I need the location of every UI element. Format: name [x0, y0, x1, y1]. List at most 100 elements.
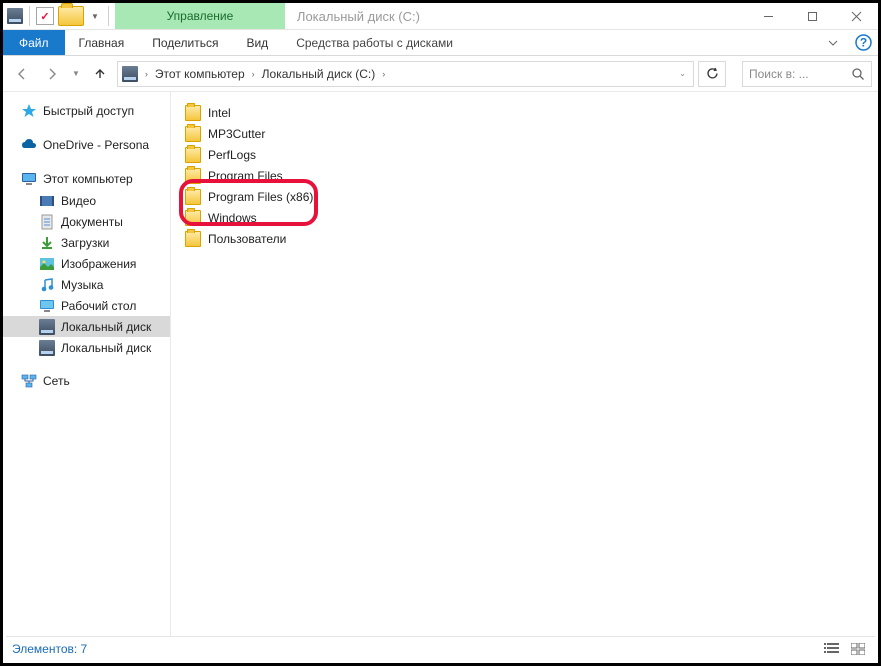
- folder-name: Program Files: [208, 169, 283, 183]
- window-controls: [746, 3, 878, 30]
- tree-label: Сеть: [43, 374, 70, 388]
- body: Быстрый доступ OneDrive - Persona Этот к…: [3, 92, 878, 638]
- tab-file[interactable]: Файл: [3, 30, 65, 55]
- disk-icon: [39, 319, 55, 335]
- desktop-icon: [39, 298, 55, 314]
- tree-child-item[interactable]: Изображения: [3, 253, 170, 274]
- quick-access-toolbar: ▼: [3, 3, 115, 29]
- new-folder-qat-button[interactable]: [58, 6, 84, 26]
- folder-name: Windows: [208, 211, 257, 225]
- folder-icon: [185, 126, 201, 142]
- drive-icon: [122, 66, 138, 82]
- tree-child-item[interactable]: Локальный диск: [3, 316, 170, 337]
- star-icon: [21, 103, 37, 119]
- forward-button[interactable]: [39, 61, 65, 87]
- refresh-button[interactable]: [698, 61, 726, 87]
- crumb-this-pc[interactable]: Этот компьютер: [151, 67, 249, 81]
- folder-icon: [185, 210, 201, 226]
- explorer-window: ▼ Управление Локальный диск (C:) Файл Гл…: [0, 0, 881, 666]
- tree-label: Документы: [61, 215, 123, 229]
- document-icon: [39, 214, 55, 230]
- tree-child-item[interactable]: Видео: [3, 190, 170, 211]
- folder-name: Пользователи: [208, 232, 286, 246]
- qat-separator: [29, 6, 30, 26]
- music-icon: [39, 277, 55, 293]
- download-icon: [39, 235, 55, 251]
- tree-child-item[interactable]: Загрузки: [3, 232, 170, 253]
- minimize-button[interactable]: [746, 3, 790, 30]
- folder-icon: [185, 147, 201, 163]
- tree-label: Рабочий стол: [61, 299, 136, 313]
- tab-home[interactable]: Главная: [65, 30, 139, 55]
- tree-child-item[interactable]: Документы: [3, 211, 170, 232]
- status-bar: Элементов: 7: [6, 636, 875, 660]
- contextual-tab-header: Управление: [115, 3, 285, 29]
- folder-icon: [185, 168, 201, 184]
- folder-item[interactable]: Пользователи: [175, 228, 874, 249]
- titlebar: ▼ Управление Локальный диск (C:): [3, 3, 878, 30]
- network-icon: [21, 373, 37, 389]
- up-button[interactable]: [87, 61, 113, 87]
- close-button[interactable]: [834, 3, 878, 30]
- tree-child-item[interactable]: Рабочий стол: [3, 295, 170, 316]
- help-button[interactable]: ?: [848, 30, 878, 55]
- tree-quick-access[interactable]: Быстрый доступ: [3, 100, 170, 122]
- qat-separator-2: [108, 6, 109, 26]
- tree-this-pc[interactable]: Этот компьютер: [3, 168, 170, 190]
- tree-label: Локальный диск: [61, 320, 151, 334]
- folder-content[interactable]: Intel MP3Cutter PerfLogs Program Files Progr…: [171, 92, 878, 638]
- tab-view[interactable]: Вид: [232, 30, 282, 55]
- back-button[interactable]: [9, 61, 35, 87]
- folder-name: Intel: [208, 106, 231, 120]
- navigation-tree: Быстрый доступ OneDrive - Persona Этот к…: [3, 92, 171, 638]
- monitor-icon: [21, 171, 37, 187]
- search-input[interactable]: Поиск в: ...: [742, 61, 872, 87]
- folder-icon: [185, 105, 201, 121]
- history-dropdown[interactable]: ▼: [69, 69, 83, 78]
- maximize-button[interactable]: [790, 3, 834, 30]
- folder-icon: [185, 189, 201, 205]
- tree-child-item[interactable]: Локальный диск: [3, 337, 170, 358]
- tab-share[interactable]: Поделиться: [138, 30, 232, 55]
- address-dropdown[interactable]: ⌄: [676, 69, 689, 78]
- disk-icon: [39, 340, 55, 356]
- tree-label: Изображения: [61, 257, 136, 271]
- folder-item[interactable]: Intel: [175, 102, 874, 123]
- qat-dropdown[interactable]: ▼: [88, 12, 102, 21]
- ribbon-expand-button[interactable]: [818, 30, 848, 55]
- folder-name: Program Files (x86): [208, 190, 313, 204]
- breadcrumb[interactable]: › Этот компьютер › Локальный диск (C:) ›…: [117, 61, 694, 87]
- svg-text:?: ?: [859, 36, 866, 50]
- properties-qat-button[interactable]: [36, 7, 54, 25]
- folder-item[interactable]: MP3Cutter: [175, 123, 874, 144]
- tab-drive-tools[interactable]: Средства работы с дисками: [282, 30, 467, 55]
- tree-label: Локальный диск: [61, 341, 151, 355]
- folder-item[interactable]: PerfLogs: [175, 144, 874, 165]
- cloud-icon: [21, 137, 37, 153]
- tree-label: Этот компьютер: [43, 172, 133, 186]
- disk-icon: [7, 8, 23, 24]
- address-bar: ▼ › Этот компьютер › Локальный диск (C:)…: [3, 56, 878, 92]
- tree-onedrive[interactable]: OneDrive - Persona: [3, 134, 170, 156]
- search-placeholder: Поиск в: ...: [749, 67, 851, 81]
- item-count: Элементов: 7: [12, 642, 87, 656]
- window-title: Локальный диск (C:): [297, 9, 420, 24]
- crumb-chevron[interactable]: ›: [249, 69, 258, 79]
- folder-item[interactable]: Windows: [175, 207, 874, 228]
- crumb-chevron[interactable]: ›: [142, 69, 151, 79]
- tree-label: Видео: [61, 194, 96, 208]
- folder-item[interactable]: Program Files (x86): [175, 186, 874, 207]
- crumb-chevron[interactable]: ›: [379, 69, 388, 79]
- folder-item[interactable]: Program Files: [175, 165, 874, 186]
- picture-icon: [39, 256, 55, 272]
- tree-network[interactable]: Сеть: [3, 370, 170, 392]
- details-view-button[interactable]: [821, 640, 843, 658]
- tree-label: Загрузки: [61, 236, 109, 250]
- tree-label: Музыка: [61, 278, 103, 292]
- crumb-drive-c[interactable]: Локальный диск (C:): [258, 67, 380, 81]
- titlebar-spacer: Локальный диск (C:): [285, 3, 878, 29]
- tree-label: OneDrive - Persona: [43, 138, 149, 152]
- tree-child-item[interactable]: Музыка: [3, 274, 170, 295]
- folder-name: MP3Cutter: [208, 127, 265, 141]
- thumbnails-view-button[interactable]: [847, 640, 869, 658]
